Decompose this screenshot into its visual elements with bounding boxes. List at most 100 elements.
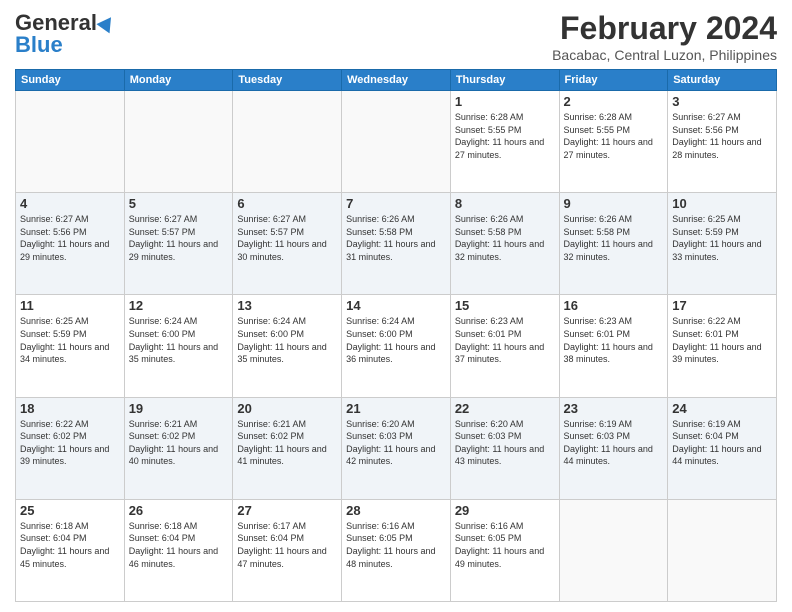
day-info: Sunrise: 6:24 AM Sunset: 6:00 PM Dayligh…	[129, 315, 229, 365]
day-info: Sunrise: 6:18 AM Sunset: 6:04 PM Dayligh…	[20, 520, 120, 570]
table-row: 10Sunrise: 6:25 AM Sunset: 5:59 PM Dayli…	[668, 193, 777, 295]
logo-blue: Blue	[15, 32, 63, 58]
calendar-week-row: 1 Sunrise: 6:28 AM Sunset: 5:55 PM Daylig…	[16, 91, 777, 193]
day-number: 13	[237, 298, 337, 313]
logo: General Blue	[15, 10, 115, 58]
day-number: 15	[455, 298, 555, 313]
day-info: Sunrise: 6:16 AM Sunset: 6:05 PM Dayligh…	[346, 520, 446, 570]
day-info: Sunrise: 6:27 AM Sunset: 5:57 PM Dayligh…	[237, 213, 337, 263]
col-tuesday: Tuesday	[233, 70, 342, 91]
day-info: Sunrise: 6:27 AM Sunset: 5:57 PM Dayligh…	[129, 213, 229, 263]
table-row: 19 Sunrise: 6:21 AM Sunset: 6:02 PM Dayli…	[124, 397, 233, 499]
table-row	[668, 499, 777, 601]
day-number: 6	[237, 196, 337, 211]
table-row: 20 Sunrise: 6:21 AM Sunset: 6:02 PM Dayli…	[233, 397, 342, 499]
col-sunday: Sunday	[16, 70, 125, 91]
calendar-title: February 2024	[552, 10, 777, 47]
day-number: 25	[20, 503, 120, 518]
day-info: Sunrise: 6:24 AM Sunset: 6:00 PM Dayligh…	[237, 315, 337, 365]
calendar-week-row: 11 Sunrise: 6:25 AM Sunset: 5:59 PM Dayli…	[16, 295, 777, 397]
header: General Blue February 2024 Bacabac, Cent…	[15, 10, 777, 63]
day-info: Sunrise: 6:21 AM Sunset: 6:02 PM Dayligh…	[237, 418, 337, 468]
day-info: Sunrise: 6:18 AM Sunset: 6:04 PM Dayligh…	[129, 520, 229, 570]
col-wednesday: Wednesday	[342, 70, 451, 91]
day-number: 9	[564, 196, 664, 211]
day-info: Sunrise: 6:26 AM Sunset: 5:58 PM Dayligh…	[346, 213, 446, 263]
day-number: 23	[564, 401, 664, 416]
day-info: Sunrise: 6:26 AM Sunset: 5:58 PM Dayligh…	[455, 213, 555, 263]
table-row	[124, 91, 233, 193]
calendar-header-row: Sunday Monday Tuesday Wednesday Thursday…	[16, 70, 777, 91]
calendar-week-row: 4 Sunrise: 6:27 AM Sunset: 5:56 PM Daylig…	[16, 193, 777, 295]
table-row: 7 Sunrise: 6:26 AM Sunset: 5:58 PM Daylig…	[342, 193, 451, 295]
table-row: 6 Sunrise: 6:27 AM Sunset: 5:57 PM Daylig…	[233, 193, 342, 295]
day-info: Sunrise: 6:22 AM Sunset: 6:01 PM Dayligh…	[672, 315, 772, 365]
table-row: 1 Sunrise: 6:28 AM Sunset: 5:55 PM Daylig…	[450, 91, 559, 193]
day-number: 8	[455, 196, 555, 211]
day-info: Sunrise: 6:28 AM Sunset: 5:55 PM Dayligh…	[455, 111, 555, 161]
table-row: 5 Sunrise: 6:27 AM Sunset: 5:57 PM Daylig…	[124, 193, 233, 295]
day-number: 3	[672, 94, 772, 109]
logo-icon	[96, 13, 117, 34]
day-number: 1	[455, 94, 555, 109]
calendar-week-row: 18 Sunrise: 6:22 AM Sunset: 6:02 PM Dayli…	[16, 397, 777, 499]
day-number: 29	[455, 503, 555, 518]
day-info: Sunrise: 6:20 AM Sunset: 6:03 PM Dayligh…	[346, 418, 446, 468]
table-row: 15 Sunrise: 6:23 AM Sunset: 6:01 PM Dayli…	[450, 295, 559, 397]
day-number: 5	[129, 196, 229, 211]
col-monday: Monday	[124, 70, 233, 91]
table-row: 22 Sunrise: 6:20 AM Sunset: 6:03 PM Dayli…	[450, 397, 559, 499]
table-row: 4 Sunrise: 6:27 AM Sunset: 5:56 PM Daylig…	[16, 193, 125, 295]
table-row: 2Sunrise: 6:28 AM Sunset: 5:55 PM Daylig…	[559, 91, 668, 193]
day-info: Sunrise: 6:27 AM Sunset: 5:56 PM Dayligh…	[20, 213, 120, 263]
table-row: 11 Sunrise: 6:25 AM Sunset: 5:59 PM Dayli…	[16, 295, 125, 397]
day-number: 11	[20, 298, 120, 313]
page: General Blue February 2024 Bacabac, Cent…	[0, 0, 792, 612]
table-row: 3 Sunrise: 6:27 AM Sunset: 5:56 PM Daylig…	[668, 91, 777, 193]
day-number: 18	[20, 401, 120, 416]
day-number: 21	[346, 401, 446, 416]
day-info: Sunrise: 6:19 AM Sunset: 6:04 PM Dayligh…	[672, 418, 772, 468]
day-number: 12	[129, 298, 229, 313]
day-number: 24	[672, 401, 772, 416]
calendar-week-row: 25 Sunrise: 6:18 AM Sunset: 6:04 PM Dayli…	[16, 499, 777, 601]
col-friday: Friday	[559, 70, 668, 91]
table-row: 27Sunrise: 6:17 AM Sunset: 6:04 PM Dayli…	[233, 499, 342, 601]
table-row: 25 Sunrise: 6:18 AM Sunset: 6:04 PM Dayli…	[16, 499, 125, 601]
table-row: 24 Sunrise: 6:19 AM Sunset: 6:04 PM Dayli…	[668, 397, 777, 499]
day-number: 22	[455, 401, 555, 416]
day-number: 17	[672, 298, 772, 313]
table-row: 14Sunrise: 6:24 AM Sunset: 6:00 PM Dayli…	[342, 295, 451, 397]
day-number: 26	[129, 503, 229, 518]
table-row: 23 Sunrise: 6:19 AM Sunset: 6:03 PM Dayli…	[559, 397, 668, 499]
day-info: Sunrise: 6:23 AM Sunset: 6:01 PM Dayligh…	[455, 315, 555, 365]
day-info: Sunrise: 6:23 AM Sunset: 6:01 PM Dayligh…	[564, 315, 664, 365]
calendar-table: Sunday Monday Tuesday Wednesday Thursday…	[15, 69, 777, 602]
day-number: 20	[237, 401, 337, 416]
day-info: Sunrise: 6:17 AM Sunset: 6:04 PM Dayligh…	[237, 520, 337, 570]
day-number: 28	[346, 503, 446, 518]
day-info: Sunrise: 6:28 AM Sunset: 5:55 PM Dayligh…	[564, 111, 664, 161]
table-row: 9Sunrise: 6:26 AM Sunset: 5:58 PM Daylig…	[559, 193, 668, 295]
day-info: Sunrise: 6:20 AM Sunset: 6:03 PM Dayligh…	[455, 418, 555, 468]
day-number: 19	[129, 401, 229, 416]
day-info: Sunrise: 6:27 AM Sunset: 5:56 PM Dayligh…	[672, 111, 772, 161]
day-number: 4	[20, 196, 120, 211]
day-info: Sunrise: 6:19 AM Sunset: 6:03 PM Dayligh…	[564, 418, 664, 468]
table-row	[559, 499, 668, 601]
calendar-subtitle: Bacabac, Central Luzon, Philippines	[552, 47, 777, 63]
table-row: 21 Sunrise: 6:20 AM Sunset: 6:03 PM Dayli…	[342, 397, 451, 499]
table-row: 16Sunrise: 6:23 AM Sunset: 6:01 PM Dayli…	[559, 295, 668, 397]
day-info: Sunrise: 6:21 AM Sunset: 6:02 PM Dayligh…	[129, 418, 229, 468]
day-info: Sunrise: 6:25 AM Sunset: 5:59 PM Dayligh…	[20, 315, 120, 365]
table-row	[342, 91, 451, 193]
table-row	[16, 91, 125, 193]
day-number: 14	[346, 298, 446, 313]
table-row: 26 Sunrise: 6:18 AM Sunset: 6:04 PM Dayli…	[124, 499, 233, 601]
day-number: 10	[672, 196, 772, 211]
table-row: 28 Sunrise: 6:16 AM Sunset: 6:05 PM Dayli…	[342, 499, 451, 601]
day-number: 7	[346, 196, 446, 211]
table-row: 29Sunrise: 6:16 AM Sunset: 6:05 PM Dayli…	[450, 499, 559, 601]
day-info: Sunrise: 6:22 AM Sunset: 6:02 PM Dayligh…	[20, 418, 120, 468]
table-row: 8 Sunrise: 6:26 AM Sunset: 5:58 PM Daylig…	[450, 193, 559, 295]
